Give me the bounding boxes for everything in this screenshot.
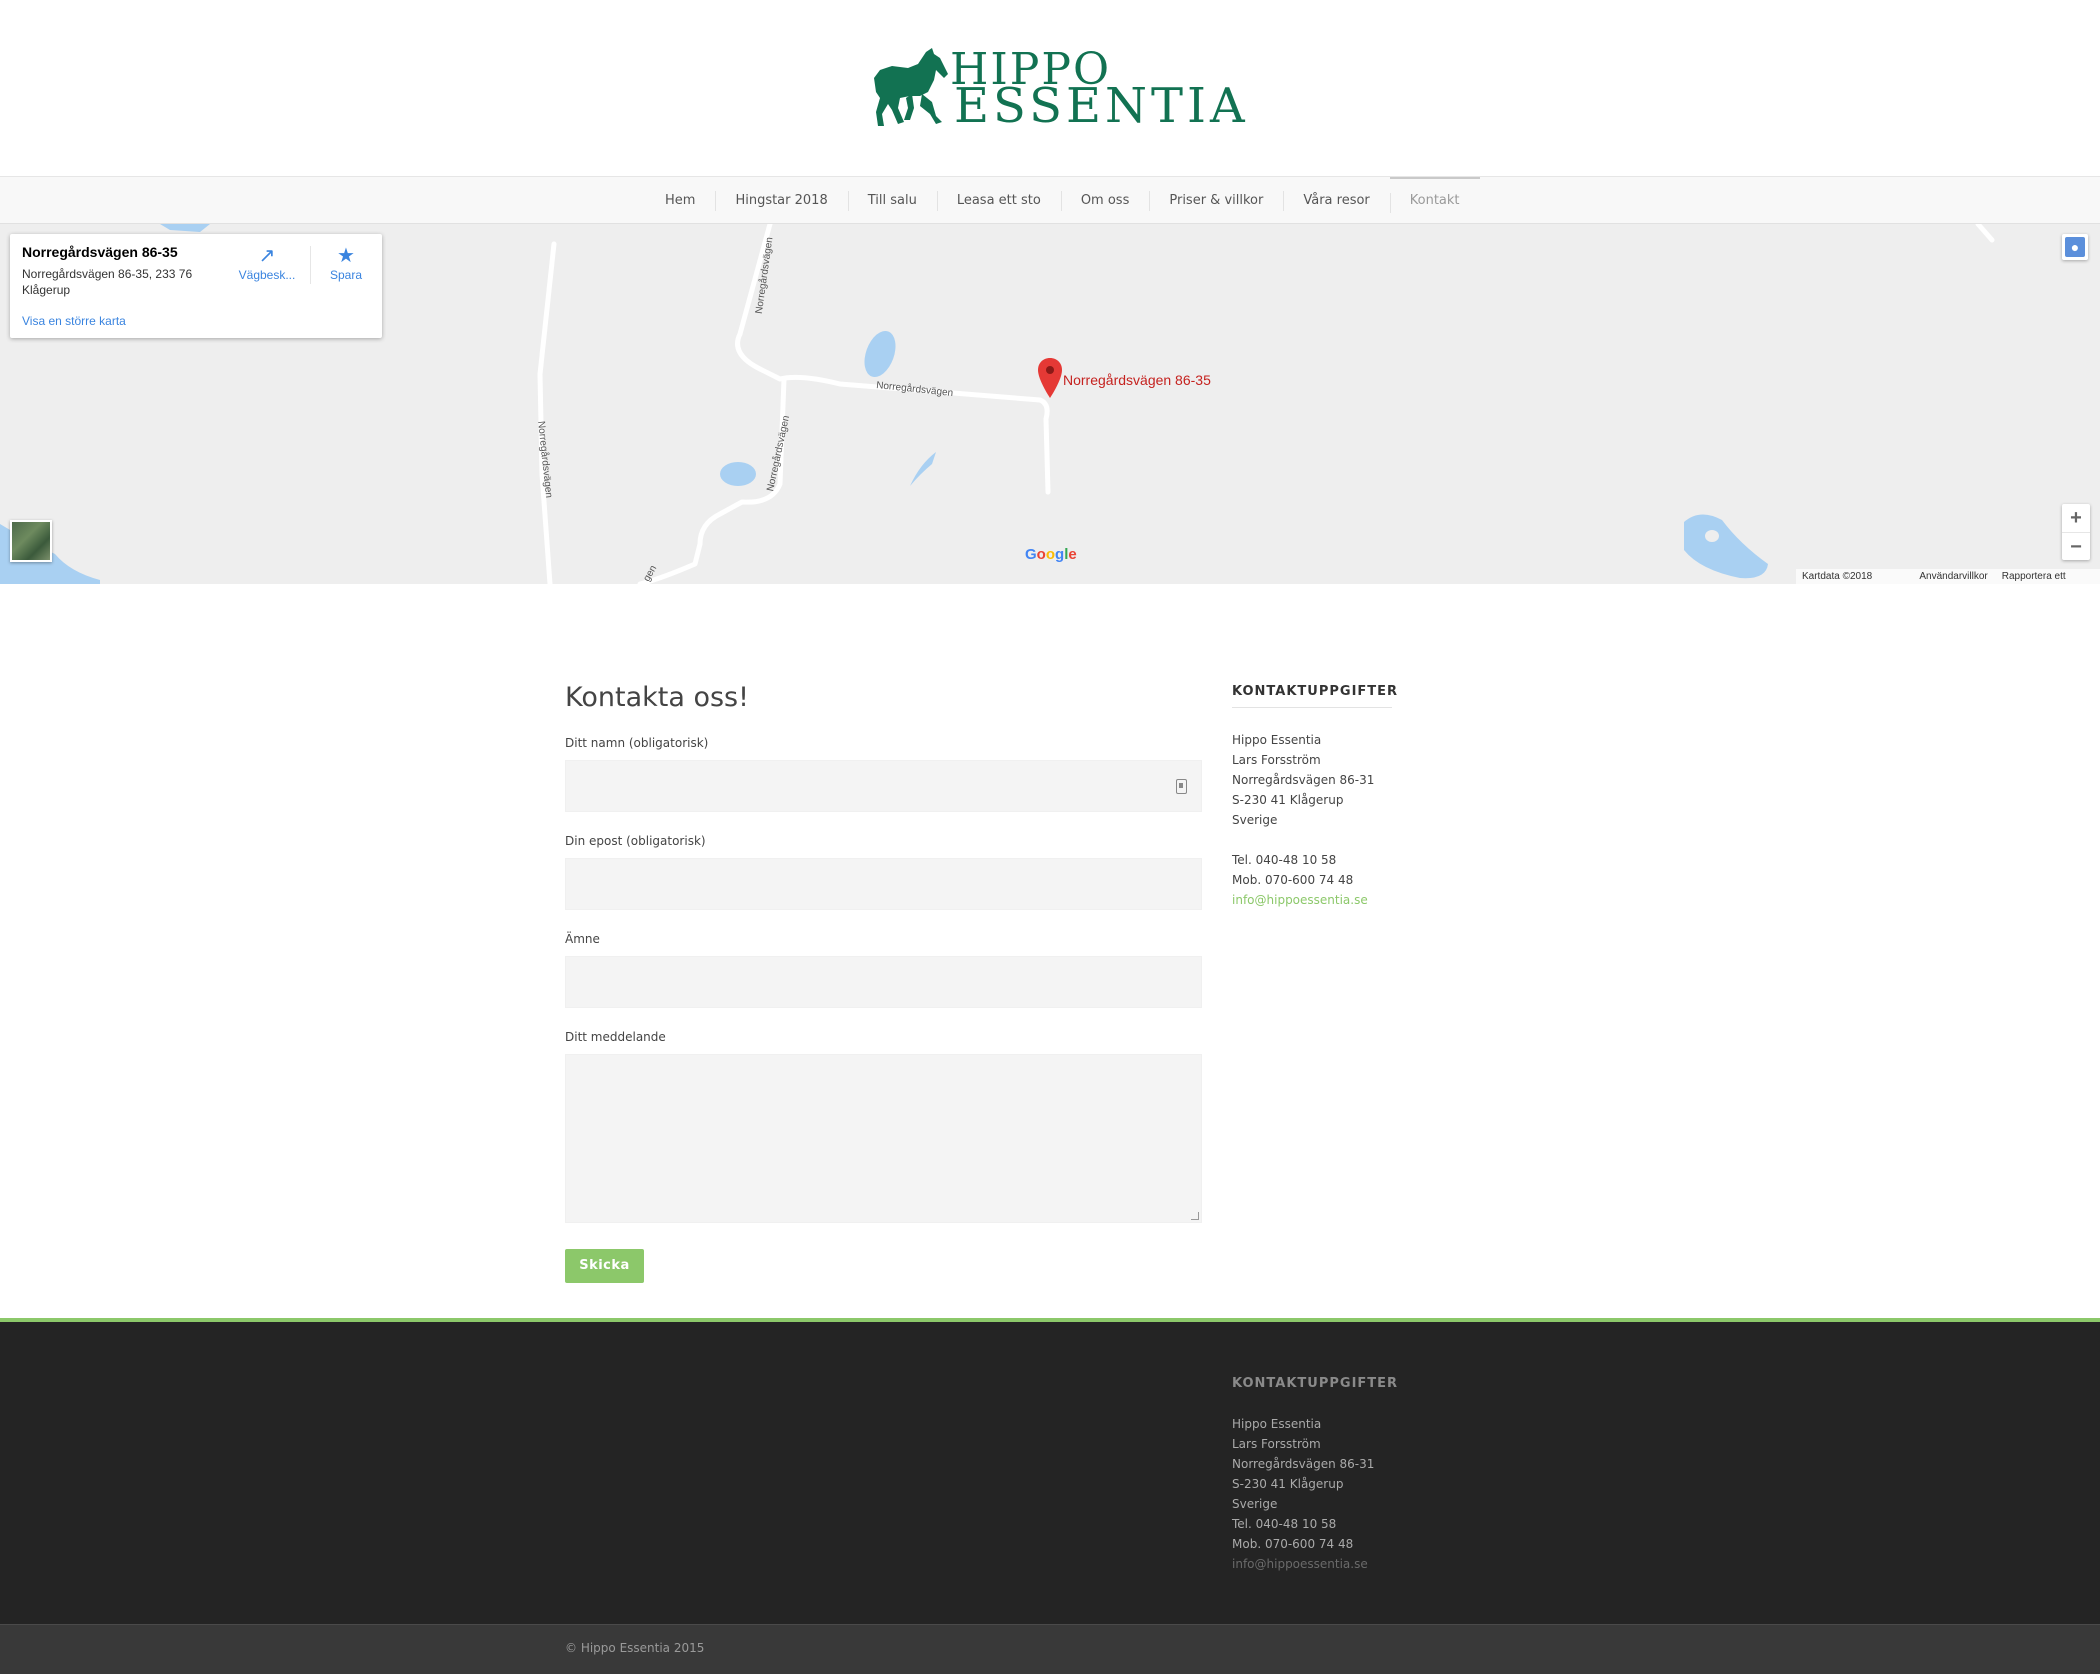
nav-item-kontakt[interactable]: Kontakt — [1389, 177, 1480, 225]
footer-person: Lars Forsström — [1232, 1437, 1321, 1451]
nav-item-priser[interactable]: Priser & villkor — [1149, 177, 1283, 225]
zoom-controls: + − — [2062, 504, 2090, 560]
larger-map-link[interactable]: Visa en större karta — [22, 314, 126, 328]
place-title: Norregårdsvägen 86-35 — [22, 244, 178, 260]
pegman-icon: ● — [2065, 237, 2085, 257]
map-info-card: Norregårdsvägen 86-35 Norregårdsvägen 86… — [10, 234, 382, 338]
directions-label: Vägbesk... — [238, 268, 296, 282]
google-map[interactable]: Norregårdsvägen Norregårdsvägen Norregår… — [0, 224, 2100, 584]
site-footer: KONTAKTUPPGIFTER Hippo Essentia Lars For… — [0, 1318, 2100, 1624]
map-attribution: Kartdata ©2018 Google Användarvillkor Ra… — [1796, 569, 2100, 584]
site-logo[interactable]: HIPPO ESSENTIA — [870, 46, 1245, 132]
message-textarea[interactable] — [565, 1054, 1202, 1223]
footer-heading: KONTAKTUPPGIFTER — [1232, 1376, 1399, 1391]
subject-field[interactable] — [565, 956, 1202, 1008]
google-logo: Google — [1025, 546, 1077, 563]
message-label: Ditt meddelande — [565, 1030, 666, 1044]
save-button[interactable]: ★ Spara — [311, 244, 381, 282]
email-field[interactable] — [565, 858, 1202, 910]
footer-street: Norregårdsvägen 86-31 — [1232, 1457, 1375, 1471]
save-label: Spara — [329, 268, 363, 282]
nav-item-resor[interactable]: Våra resor — [1283, 177, 1389, 225]
satellite-thumbnail[interactable] — [10, 520, 52, 562]
directions-icon: ↗ — [258, 245, 276, 267]
contact-country: Sverige — [1232, 813, 1278, 827]
contact-mobile: Mob. 070-600 74 48 — [1232, 873, 1354, 887]
contact-street: Norregårdsvägen 86-31 — [1232, 773, 1375, 787]
report-error-link[interactable]: Rapportera ett kartfel — [2002, 569, 2094, 584]
contact-email-link[interactable]: info@hippoessentia.se — [1232, 890, 1368, 910]
resize-handle-icon[interactable] — [1191, 1212, 1199, 1220]
nav-item-hingstar[interactable]: Hingstar 2018 — [715, 177, 847, 225]
footer-phone: Tel. 040-48 10 58 — [1232, 1517, 1337, 1531]
email-label: Din epost (obligatorisk) — [565, 834, 706, 848]
map-pin-icon[interactable] — [1038, 358, 1062, 398]
contact-company: Hippo Essentia — [1232, 733, 1322, 747]
name-field[interactable] — [565, 760, 1202, 812]
copyright: © Hippo Essentia 2015 — [565, 1641, 705, 1655]
star-icon: ★ — [337, 245, 355, 267]
site-header: HIPPO ESSENTIA — [0, 0, 2100, 176]
main-navigation: Hem Hingstar 2018 Till salu Leasa ett st… — [0, 176, 2100, 224]
contact-person: Lars Forsström — [1232, 753, 1321, 767]
marker-label: Norregårdsvägen 86-35 — [1063, 372, 1211, 388]
zoom-in-button[interactable]: + — [2062, 504, 2090, 532]
nav-item-till-salu[interactable]: Till salu — [847, 177, 937, 225]
nav-item-leasa[interactable]: Leasa ett sto — [936, 177, 1061, 225]
footer-bottom-bar: © Hippo Essentia 2015 — [0, 1624, 2100, 1674]
map-data-credit: Kartdata ©2018 Google — [1802, 571, 1873, 582]
terms-link[interactable]: Användarvillkor — [1919, 569, 1987, 584]
nav-item-om-oss[interactable]: Om oss — [1060, 177, 1150, 225]
sidebar-heading: KONTAKTUPPGIFTER — [1232, 684, 1399, 699]
contact-city: S-230 41 Klågerup — [1232, 793, 1344, 807]
footer-city: S-230 41 Klågerup — [1232, 1477, 1344, 1491]
directions-button[interactable]: ↗ Vägbesk... — [232, 244, 302, 282]
submit-button[interactable]: Skicka — [565, 1249, 644, 1283]
horse-logo-icon — [874, 48, 948, 126]
divider — [1232, 707, 1392, 708]
zoom-out-button[interactable]: − — [2062, 532, 2090, 560]
main-content: Kontakta oss! Ditt namn (obligatorisk) D… — [0, 584, 2100, 1318]
footer-mobile: Mob. 070-600 74 48 — [1232, 1537, 1354, 1551]
place-address: Norregårdsvägen 86-35, 233 76 Klågerup — [22, 267, 193, 297]
street-view-pegman[interactable]: ● — [2062, 234, 2088, 260]
footer-country: Sverige — [1232, 1497, 1278, 1511]
footer-company: Hippo Essentia — [1232, 1417, 1322, 1431]
contact-card-icon[interactable] — [1176, 779, 1187, 794]
page-title: Kontakta oss! — [565, 682, 749, 713]
contact-phone: Tel. 040-48 10 58 — [1232, 853, 1337, 867]
subject-label: Ämne — [565, 932, 600, 946]
nav-item-hem[interactable]: Hem — [645, 177, 715, 225]
logo-text-essentia: ESSENTIA — [954, 78, 1249, 134]
name-label: Ditt namn (obligatorisk) — [565, 736, 709, 750]
footer-email-link[interactable]: info@hippoessentia.se — [1232, 1554, 1368, 1574]
